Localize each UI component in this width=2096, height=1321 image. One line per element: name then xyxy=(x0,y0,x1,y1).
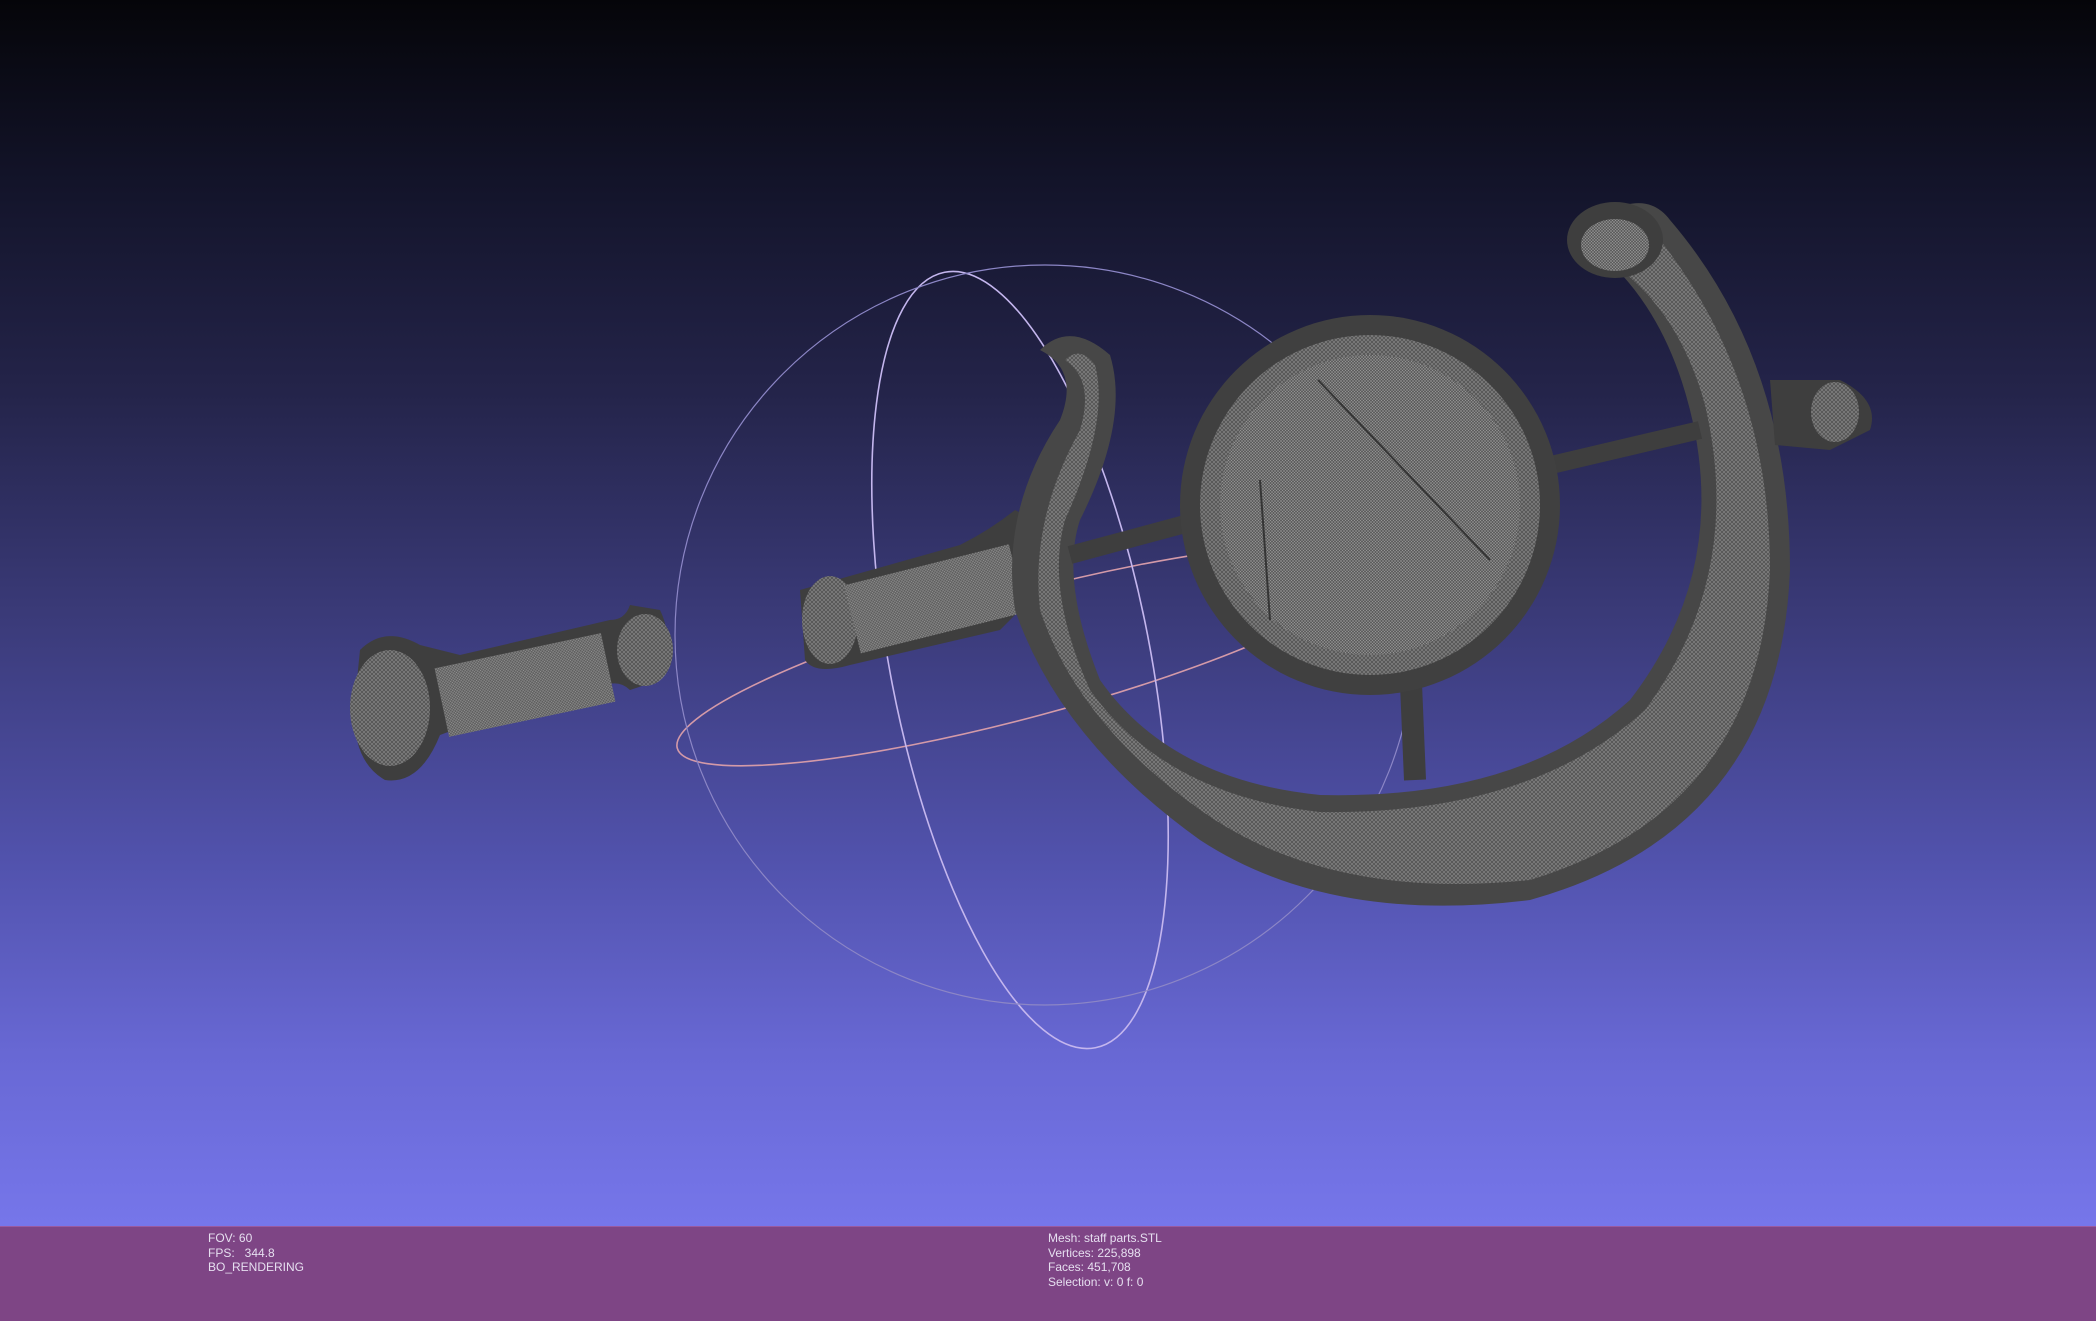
fov-readout: FOV: 60 xyxy=(208,1231,253,1245)
handle-part-left[interactable] xyxy=(350,605,673,781)
mesh-name-readout: Mesh: staff parts.STL xyxy=(1048,1231,1162,1245)
3d-viewport[interactable] xyxy=(0,0,2096,1226)
trackball-ring-vertical xyxy=(870,270,1170,1050)
render-info: FOV: 60 FPS: 344.8 BO_RENDERING xyxy=(208,1231,304,1275)
handle-part-center[interactable] xyxy=(800,510,1040,669)
render-mode-readout: BO_RENDERING xyxy=(208,1260,305,1274)
mesh-scene[interactable] xyxy=(0,0,2096,1226)
mesh-info: Mesh: staff parts.STL Vertices: 225,898 … xyxy=(1048,1231,1162,1289)
selection-readout: Selection: v: 0 f: 0 xyxy=(1048,1274,1144,1289)
vertices-readout: Vertices: 225,898 xyxy=(1048,1245,1141,1260)
faces-readout: Faces: 451,708 xyxy=(1048,1260,1131,1274)
center-sphere[interactable] xyxy=(1180,315,1560,695)
status-bar: FOV: 60 FPS: 344.8 BO_RENDERING Mesh: st… xyxy=(0,1226,2096,1321)
fps-readout: FPS: 344.8 xyxy=(208,1245,275,1260)
